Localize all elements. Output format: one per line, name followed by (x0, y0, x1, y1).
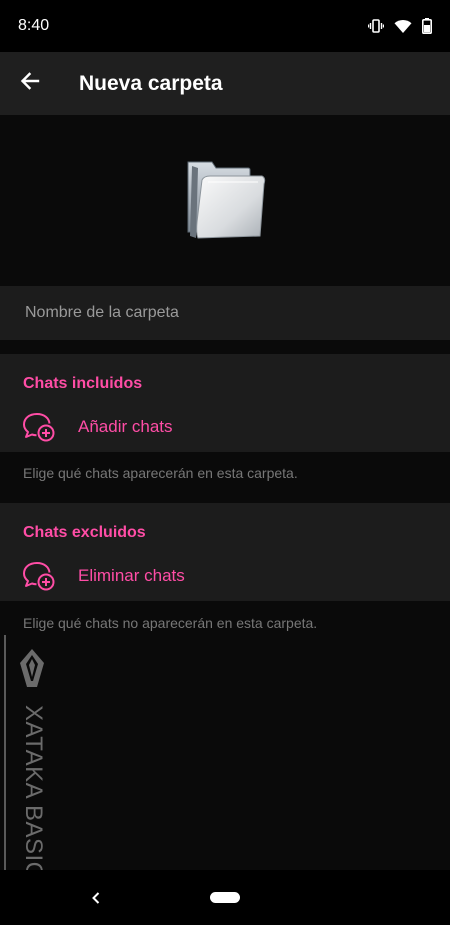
vibrate-icon (368, 18, 384, 34)
folder-image-area (0, 115, 450, 285)
excluded-chats-hint: Elige qué chats no aparecerán en esta ca… (23, 615, 318, 631)
home-pill-icon[interactable] (210, 892, 240, 903)
add-chat-icon (22, 561, 56, 596)
back-button[interactable] (0, 52, 60, 115)
arrow-back-icon (20, 71, 40, 96)
battery-icon (422, 18, 432, 34)
excluded-chats-title: Chats excluidos (23, 524, 146, 541)
add-chats-button[interactable]: Añadir chats (0, 404, 450, 449)
included-chats-title: Chats incluidos (23, 375, 143, 392)
watermark-text: XATAKA BASICS (20, 705, 47, 897)
xataka-logo-icon (17, 647, 47, 694)
folder-icon (178, 154, 272, 247)
watermark-line (4, 635, 6, 905)
wifi-icon (394, 19, 412, 34)
page-title: Nueva carpeta (79, 71, 223, 95)
status-time: 8:40 (18, 17, 50, 34)
included-chats-hint: Elige qué chats aparecerán en esta carpe… (23, 465, 298, 481)
status-bar: 8:40 (0, 0, 450, 52)
remove-chats-button[interactable]: Eliminar chats (0, 553, 450, 598)
system-nav-bar (0, 870, 450, 925)
nav-back-icon[interactable] (88, 890, 104, 911)
add-chats-label: Añadir chats (78, 417, 173, 436)
included-chats-section: Chats incluidos Añadir chats (0, 354, 450, 452)
remove-chats-label: Eliminar chats (78, 566, 185, 585)
status-icons (368, 18, 432, 34)
toolbar: Nueva carpeta (0, 52, 450, 115)
excluded-chats-section: Chats excluidos Eliminar chats (0, 503, 450, 601)
add-chat-icon (22, 412, 56, 447)
folder-name-input[interactable] (25, 304, 425, 322)
folder-name-field[interactable] (0, 286, 450, 340)
